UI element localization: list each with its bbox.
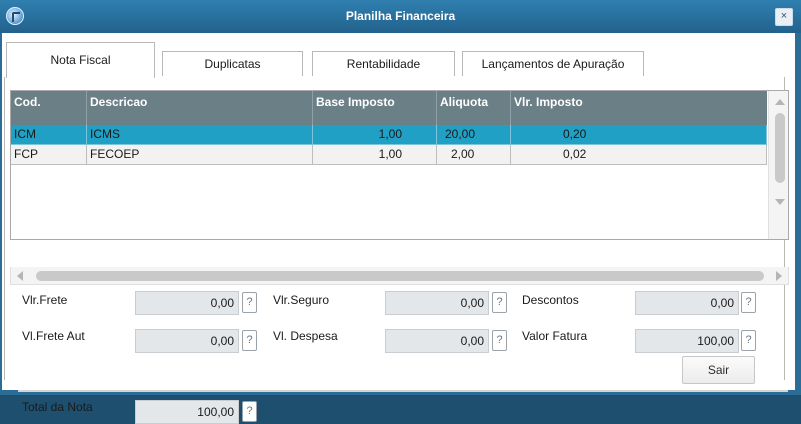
grid-header: Cod. Descricao Base Imposto Aliquota Vlr…: [11, 91, 767, 125]
tab-lancamentos-apuracao[interactable]: Lançamentos de Apuração: [462, 51, 644, 76]
valor-fatura-label: Valor Fatura: [522, 329, 588, 343]
scroll-up-icon[interactable]: [775, 99, 785, 105]
scroll-down-icon[interactable]: [775, 199, 785, 205]
title-bar: Planilha Financeira ×: [0, 0, 801, 33]
tab-bar: Nota Fiscal Duplicatas Rentabilidade Lan…: [4, 42, 784, 78]
total-nota-label: Total da Nota: [22, 400, 93, 414]
column-header-base-imposto[interactable]: Base Imposto: [313, 91, 437, 125]
table-row[interactable]: ICM ICMS 1,00 20,00 0,20: [11, 125, 767, 145]
cell-vlr-imposto: 0,20: [511, 125, 767, 145]
vlr-seguro-field[interactable]: 0,00: [385, 291, 489, 315]
vlr-frete-label: Vlr.Frete: [22, 293, 68, 307]
cell-aliquota: 20,00: [437, 125, 511, 145]
sair-button[interactable]: Sair: [682, 356, 755, 384]
vlr-frete-field[interactable]: 0,00: [135, 291, 239, 315]
close-button[interactable]: ×: [775, 8, 793, 26]
descontos-help-button[interactable]: ?: [741, 292, 756, 313]
vl-frete-aut-label: Vl.Frete Aut: [22, 329, 85, 343]
nota-fiscal-panel: Cod. Descricao Base Imposto Aliquota Vlr…: [4, 77, 789, 424]
table-row[interactable]: FCP FECOEP 1,00 2,00 0,02: [11, 145, 767, 165]
vlr-seguro-help-button[interactable]: ?: [492, 292, 507, 313]
total-nota-help-button[interactable]: ?: [242, 401, 257, 422]
scroll-left-icon[interactable]: [17, 271, 23, 281]
vl-frete-aut-field[interactable]: 0,00: [135, 329, 239, 353]
vl-despesa-help-button[interactable]: ?: [492, 330, 507, 351]
cell-base-imposto: 1,00: [313, 125, 437, 145]
tax-grid[interactable]: Cod. Descricao Base Imposto Aliquota Vlr…: [10, 90, 789, 240]
valor-fatura-help-button[interactable]: ?: [741, 330, 756, 351]
cell-cod: FCP: [11, 145, 87, 165]
cell-base-imposto: 1,00: [313, 145, 437, 165]
window-title: Planilha Financeira: [345, 9, 456, 23]
vl-despesa-label: Vl. Despesa: [273, 329, 338, 343]
window-content: Nota Fiscal Duplicatas Rentabilidade Lan…: [2, 33, 795, 424]
cell-descricao: FECOEP: [87, 145, 313, 165]
descontos-field[interactable]: 0,00: [635, 291, 739, 315]
planilha-financeira-window: Planilha Financeira × Nota Fiscal Duplic…: [0, 0, 801, 424]
vlr-seguro-label: Vlr.Seguro: [273, 293, 330, 307]
column-header-aliquota[interactable]: Aliquota: [437, 91, 511, 125]
valor-fatura-field[interactable]: 100,00: [635, 329, 739, 353]
vlr-frete-help-button[interactable]: ?: [242, 292, 257, 313]
tab-nota-fiscal[interactable]: Nota Fiscal: [6, 42, 155, 78]
vl-frete-aut-help-button[interactable]: ?: [242, 330, 257, 351]
tab-rentabilidade[interactable]: Rentabilidade: [312, 51, 455, 76]
cell-descricao: ICMS: [87, 125, 313, 145]
total-nota-field[interactable]: 100,00: [135, 400, 239, 424]
tab-duplicatas[interactable]: Duplicatas: [162, 51, 303, 76]
vertical-scroll-thumb[interactable]: [775, 113, 785, 183]
horizontal-scroll-thumb[interactable]: [36, 271, 764, 281]
vl-despesa-field[interactable]: 0,00: [385, 329, 489, 353]
grid-horizontal-scrollbar[interactable]: [10, 267, 789, 285]
footer-divider: [18, 390, 788, 392]
cell-vlr-imposto: 0,02: [511, 145, 767, 165]
grid-vertical-scrollbar[interactable]: [768, 91, 788, 239]
descontos-label: Descontos: [522, 293, 579, 307]
scroll-right-icon[interactable]: [776, 271, 782, 281]
column-header-descricao[interactable]: Descricao: [87, 91, 313, 125]
cell-cod: ICM: [11, 125, 87, 145]
column-header-vlr-imposto[interactable]: Vlr. Imposto: [511, 91, 767, 125]
cell-aliquota: 2,00: [437, 145, 511, 165]
column-header-cod[interactable]: Cod.: [11, 91, 87, 125]
